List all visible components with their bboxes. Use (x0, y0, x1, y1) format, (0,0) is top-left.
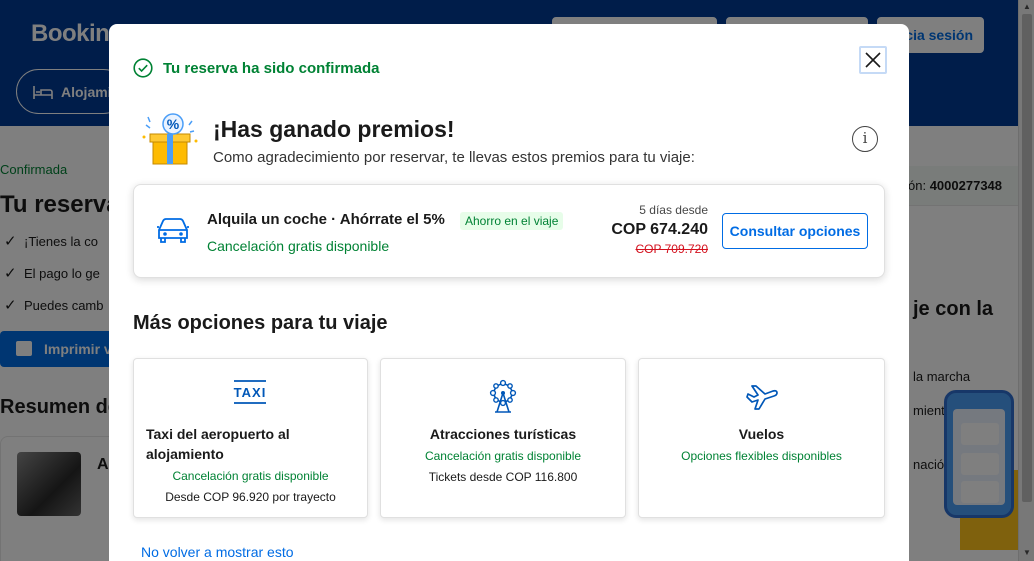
plane-icon (746, 385, 778, 410)
check-options-button[interactable]: Consultar opciones (722, 213, 868, 249)
rewards-modal: Tu reserva ha sido confirmada % ¡Has gan… (109, 24, 909, 561)
flights-option-card[interactable]: Vuelos Opciones flexibles disponibles (638, 358, 885, 518)
attractions-option-card[interactable]: Atracciones turísticas Cancelación grati… (380, 358, 626, 518)
option-green-text: Cancelación gratis disponible (424, 449, 582, 463)
confirmation-text: Tu reserva ha sido confirmada (163, 59, 380, 77)
price-duration: 5 días desde (639, 203, 708, 217)
option-title: Taxi del aeropuerto al alojamiento (146, 426, 290, 462)
option-price-text: Desde COP 96.920 por trayecto (165, 490, 336, 504)
car-cancellation-text: Cancelación gratis disponible (207, 238, 390, 254)
car-offer-title: Alquila un coche · Ahórrate el 5% (207, 211, 445, 228)
prize-title: ¡Has ganado premios! (213, 116, 455, 142)
option-title: Vuelos (738, 426, 785, 442)
info-icon[interactable]: i (852, 126, 878, 152)
option-green-text: Cancelación gratis disponible (172, 469, 329, 483)
confirmation-message: Tu reserva ha sido confirmada (133, 58, 379, 78)
ferris-wheel-icon (489, 379, 517, 413)
gift-percent-icon: % (142, 113, 198, 165)
taxi-icon-text: TAXI (234, 385, 267, 400)
car-rental-offer: Alquila un coche · Ahórrate el 5% Ahorro… (133, 184, 885, 278)
more-options-heading: Más opciones para tu viaje (133, 312, 388, 334)
car-price: 5 días desde COP 674.240 COP 709.720 (574, 203, 708, 256)
savings-badge: Ahorro en el viaje (460, 212, 564, 230)
option-title: Atracciones turísticas (429, 426, 577, 442)
current-price: COP 674.240 (611, 221, 708, 238)
close-icon (865, 52, 881, 68)
car-icon (157, 218, 189, 243)
prize-subtitle: Como agradecimiento por reservar, te lle… (213, 149, 695, 166)
close-button[interactable] (859, 46, 887, 74)
option-price-text: Tickets desde COP 116.800 (428, 470, 578, 484)
dont-show-again-link[interactable]: No volver a mostrar esto (141, 544, 294, 560)
taxi-option-card[interactable]: TAXI Taxi del aeropuerto al alojamiento … (133, 358, 368, 518)
gift-percent-text: % (167, 116, 180, 132)
option-green-text: Opciones flexibles disponibles (681, 449, 842, 463)
check-circle-icon (133, 58, 153, 78)
original-price: COP 709.720 (635, 242, 709, 256)
taxi-icon: TAXI (234, 380, 267, 404)
